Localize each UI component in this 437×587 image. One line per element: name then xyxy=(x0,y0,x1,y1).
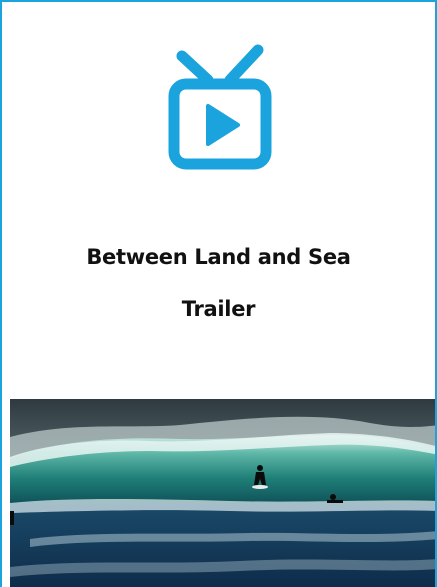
video-card[interactable]: Between Land and Sea Trailer xyxy=(0,0,437,587)
surf-wave-thumbnail[interactable] xyxy=(10,399,435,587)
video-subtitle: Trailer xyxy=(181,297,256,321)
video-title: Between Land and Sea xyxy=(86,245,351,269)
tv-play-icon[interactable] xyxy=(168,44,272,172)
